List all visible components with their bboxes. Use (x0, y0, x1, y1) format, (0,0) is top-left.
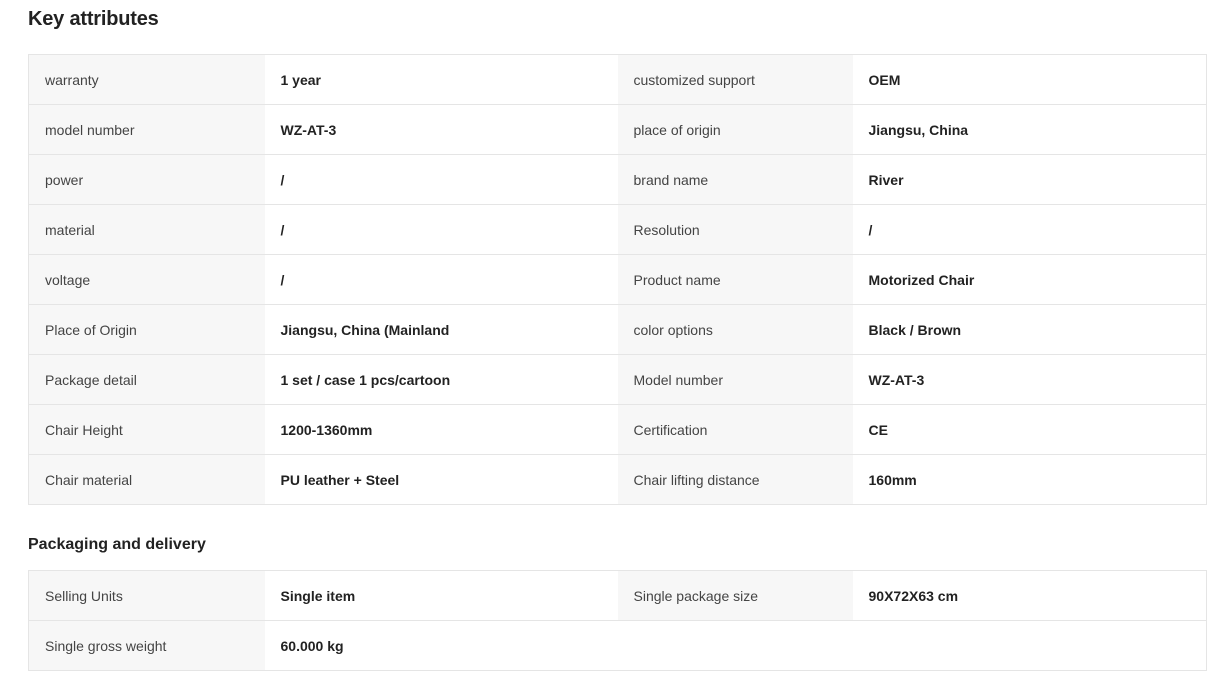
attribute-row: voltage / Product name Motorized Chair (28, 254, 1207, 305)
attribute-value: 1 set / case 1 pcs/cartoon (264, 354, 618, 405)
packaging-delivery-body: Selling Units Single item Single package s… (28, 570, 1207, 671)
attribute-label: Selling Units (28, 570, 265, 621)
attribute-row: warranty 1 year customized support OEM (28, 54, 1207, 105)
key-attributes-table: warranty 1 year customized support OEM model… (28, 54, 1207, 505)
attribute-value: Motorized Chair (852, 254, 1207, 305)
attribute-row: Place of Origin Jiangsu, China (Mainland c… (28, 304, 1207, 355)
attribute-label: Single package size (617, 570, 853, 621)
attribute-value: / (852, 204, 1207, 255)
key-attributes-title: Key attributes (28, 8, 159, 30)
attribute-value: / (264, 154, 618, 205)
attribute-label: Place of Origin (28, 304, 265, 355)
attribute-label: Package detail (28, 354, 265, 405)
attribute-row: material / Resolution / (28, 204, 1207, 255)
key-attributes-body: warranty 1 year customized support OEM model… (28, 54, 1207, 505)
attribute-label: Chair material (28, 454, 265, 505)
attribute-row: model number WZ-AT-3 place of origin Jiangs… (28, 104, 1207, 155)
attribute-value: Single item (264, 570, 618, 621)
attribute-value: River (852, 154, 1207, 205)
attribute-value: 160mm (852, 454, 1207, 505)
product-attributes-panel: Key attributes warranty 1 year customized … (0, 0, 1215, 687)
attribute-label: brand name (617, 154, 853, 205)
attribute-label: Chair lifting distance (617, 454, 853, 505)
attribute-label: Chair Height (28, 404, 265, 455)
attribute-value: 90X72X63 cm (852, 570, 1207, 621)
packaging-delivery-table: Selling Units Single item Single package s… (28, 570, 1207, 671)
attribute-label: power (28, 154, 265, 205)
attribute-label: material (28, 204, 265, 255)
attribute-label: Certification (617, 404, 853, 455)
attribute-label: Product name (617, 254, 853, 305)
attribute-row: Selling Units Single item Single package s… (28, 570, 1207, 621)
attribute-label: Resolution (617, 204, 853, 255)
attribute-value: Black / Brown (852, 304, 1207, 355)
attribute-value: / (264, 254, 618, 305)
attribute-label: Single gross weight (28, 620, 265, 671)
attribute-value: WZ-AT-3 (264, 104, 618, 155)
attribute-value: / (264, 204, 618, 255)
attribute-label: voltage (28, 254, 265, 305)
attribute-value: OEM (852, 54, 1207, 105)
attribute-row: Package detail 1 set / case 1 pcs/cartoon… (28, 354, 1207, 405)
attribute-value: 1 year (264, 54, 618, 105)
attribute-value: CE (852, 404, 1207, 455)
attribute-value: 60.000 kg (264, 620, 618, 671)
attribute-label: customized support (617, 54, 853, 105)
packaging-delivery-title: Packaging and delivery (28, 536, 206, 553)
attribute-row: Single gross weight 60.000 kg (28, 620, 1207, 671)
attribute-label: warranty (28, 54, 265, 105)
attribute-value: 1200-1360mm (264, 404, 618, 455)
attribute-label: place of origin (617, 104, 853, 155)
attribute-value: Jiangsu, China (852, 104, 1207, 155)
attribute-label: model number (28, 104, 265, 155)
attribute-row: power / brand name River (28, 154, 1207, 205)
attribute-value: Jiangsu, China (Mainland (264, 304, 618, 355)
attribute-value: PU leather + Steel (264, 454, 618, 505)
attribute-label: Model number (617, 354, 853, 405)
attribute-value: WZ-AT-3 (852, 354, 1207, 405)
attribute-value (852, 620, 1207, 671)
attribute-label: color options (617, 304, 853, 355)
attribute-label (617, 620, 853, 671)
attribute-row: Chair material PU leather + Steel Chair li… (28, 454, 1207, 505)
attribute-row: Chair Height 1200-1360mm Certification CE (28, 404, 1207, 455)
